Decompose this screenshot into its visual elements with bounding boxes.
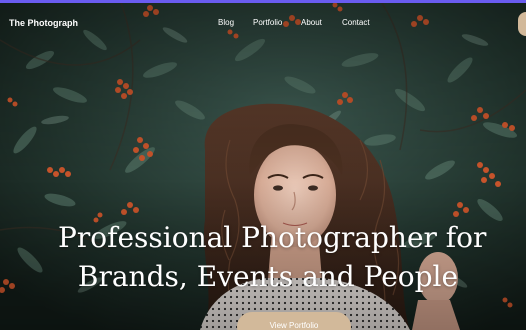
hero-headline: Professional Photographer for Brands, Ev…	[58, 218, 487, 296]
view-portfolio-button[interactable]: View Portfolio	[237, 312, 351, 330]
brand-logo[interactable]: The Photograph	[9, 18, 78, 28]
nav-link-portfolio[interactable]: Portfolio	[253, 18, 282, 27]
top-nav: The Photograph Blog Portfolio About Cont…	[0, 3, 526, 43]
menu-toggle-button[interactable]	[518, 12, 526, 36]
nav-link-blog[interactable]: Blog	[218, 18, 234, 27]
hero-headline-line-1: Professional Photographer for	[58, 221, 487, 254]
nav-link-contact[interactable]: Contact	[342, 18, 370, 27]
top-accent-bar	[0, 0, 526, 3]
view-portfolio-label: View Portfolio	[269, 321, 319, 330]
nav-link-about[interactable]: About	[301, 18, 322, 27]
hero-headline-line-2: Brands, Events and People	[77, 260, 459, 293]
page: The Photograph Blog Portfolio About Cont…	[0, 0, 526, 330]
